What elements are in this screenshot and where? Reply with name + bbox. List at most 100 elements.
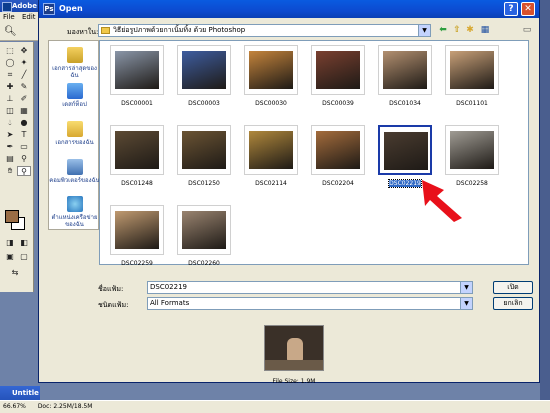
- file-thumbnail[interactable]: DSC00030: [241, 45, 301, 115]
- up-folder-icon[interactable]: ⇧: [451, 24, 463, 36]
- marquee-tool-icon[interactable]: ⬚: [3, 46, 17, 56]
- close-button[interactable]: ✕: [521, 2, 535, 16]
- shape-tool-icon[interactable]: ▭: [17, 142, 31, 152]
- workspace-background: [0, 292, 34, 386]
- file-name-value: DSC02219: [150, 283, 187, 291]
- file-type-select[interactable]: All Formats ▼: [147, 297, 473, 310]
- open-button[interactable]: เปิด: [493, 281, 533, 294]
- preview-cat: [287, 338, 303, 362]
- file-thumbnail[interactable]: DSC02114: [241, 125, 301, 195]
- zoom-tool-icon[interactable]: 🔍︎: [4, 26, 17, 37]
- help-button[interactable]: ?: [504, 2, 518, 16]
- preview-floor: [265, 360, 323, 370]
- file-thumbnail[interactable]: DSC02259: [107, 205, 167, 275]
- thumbnail-frame: [445, 125, 499, 175]
- file-name-caption: DSC02114: [241, 180, 301, 187]
- open-dialog: Ps Open ? ✕ มองหาใน: วิธีย่อรูปภาพด้วยกา…: [38, 0, 540, 385]
- standard-mode-icon[interactable]: ◧: [17, 238, 31, 248]
- brush-tool-icon[interactable]: ✎: [17, 82, 31, 92]
- thumbnail-image: [249, 131, 293, 169]
- place-network[interactable]: ตำแหน่งเครือข่ายของฉัน: [49, 196, 100, 228]
- file-name-text: DSC02114: [255, 180, 287, 187]
- pen-tool-icon[interactable]: ✒: [3, 142, 17, 152]
- thumbnail-frame: [244, 125, 298, 175]
- look-in-value: วิธีย่อรูปภาพด้วยกาเนิ้มทิ้ง ด้วย Photos…: [113, 26, 246, 34]
- file-thumbnail[interactable]: DSC00039: [308, 45, 368, 115]
- crop-tool-icon[interactable]: ⌗: [3, 70, 17, 80]
- file-name-caption: DSC00030: [241, 100, 301, 107]
- file-thumbnail[interactable]: DSC00003: [174, 45, 234, 115]
- my-computer-icon: [66, 159, 83, 175]
- eyedropper-tool-icon[interactable]: ⚲: [17, 154, 31, 164]
- screen-mode-icon[interactable]: ▣: [3, 252, 17, 262]
- full-screen-icon[interactable]: ▢: [17, 252, 31, 262]
- file-name-text: DSC02219: [388, 179, 422, 188]
- preview-toggle-icon[interactable]: ▭: [521, 24, 533, 36]
- healing-brush-icon[interactable]: ✚: [3, 82, 17, 92]
- lasso-tool-icon[interactable]: ◯: [3, 58, 17, 68]
- file-thumbnail[interactable]: DSC01248: [107, 125, 167, 195]
- file-thumbnail[interactable]: DSC01250: [174, 125, 234, 195]
- place-desktop[interactable]: เดสก์ท็อป: [49, 83, 100, 108]
- move-tool-icon[interactable]: ✥: [17, 46, 31, 56]
- dialog-title: Open: [59, 4, 83, 13]
- file-type-value: All Formats: [150, 299, 190, 307]
- view-menu-icon[interactable]: ▦: [479, 24, 491, 36]
- file-name-caption: DSC01034: [375, 100, 435, 107]
- document-tab[interactable]: Untitle: [0, 386, 40, 400]
- file-name-caption: DSC02259: [107, 260, 167, 267]
- file-thumbnail[interactable]: DSC02260: [174, 205, 234, 275]
- thumbnail-frame: [311, 125, 365, 175]
- file-name-text: DSC01034: [389, 100, 421, 107]
- thumbnail-image: [182, 211, 226, 249]
- hand-tool-icon[interactable]: ✋︎: [3, 166, 17, 176]
- file-type-label: ชนิดแฟ้ม:: [98, 301, 129, 309]
- chevron-down-icon[interactable]: ▼: [418, 25, 430, 36]
- network-places-icon: [66, 196, 83, 212]
- blur-tool-icon[interactable]: 💧︎: [3, 118, 17, 128]
- eraser-tool-icon[interactable]: ◫: [3, 106, 17, 116]
- slice-tool-icon[interactable]: ╱: [17, 70, 31, 80]
- photoshop-icon: Ps: [43, 3, 55, 15]
- stamp-tool-icon[interactable]: ⊥: [3, 94, 17, 104]
- place-recent[interactable]: เอกสารล่าสุดของฉัน: [49, 47, 100, 79]
- thumbnail-image: [384, 132, 428, 170]
- thumbnail-image: [316, 51, 360, 89]
- gradient-tool-icon[interactable]: ▦: [17, 106, 31, 116]
- file-name-text: DSC00003: [188, 100, 220, 107]
- image-preview: [264, 325, 324, 371]
- type-tool-icon[interactable]: T: [17, 130, 31, 140]
- back-icon[interactable]: ⬅: [437, 24, 449, 36]
- path-select-icon[interactable]: ➤: [3, 130, 17, 140]
- menu-file[interactable]: File: [3, 13, 15, 21]
- place-my-computer[interactable]: คอมพิวเตอร์ของฉัน: [49, 159, 100, 184]
- chevron-down-icon[interactable]: ▼: [460, 282, 472, 293]
- thumbnail-frame: [177, 45, 231, 95]
- thumbnail-image: [316, 131, 360, 169]
- file-thumbnail[interactable]: DSC02204: [308, 125, 368, 195]
- magic-wand-tool-icon[interactable]: ✦: [17, 58, 31, 68]
- dodge-tool-icon[interactable]: ●: [17, 118, 31, 128]
- quick-mask-icon[interactable]: ◨: [3, 238, 17, 248]
- file-name-text: DSC01250: [188, 180, 220, 187]
- chevron-down-icon[interactable]: ▼: [460, 298, 472, 309]
- cancel-button[interactable]: ยกเลิก: [493, 297, 533, 310]
- thumbnail-frame: [110, 205, 164, 255]
- menu-edit[interactable]: Edit: [22, 13, 36, 21]
- history-brush-icon[interactable]: ✐: [17, 94, 31, 104]
- foreground-color-swatch[interactable]: [5, 210, 19, 223]
- new-folder-icon[interactable]: ✱: [464, 24, 476, 36]
- file-thumbnail[interactable]: DSC00001: [107, 45, 167, 115]
- dialog-title-bar[interactable]: Ps Open ? ✕: [39, 0, 539, 18]
- file-name-input[interactable]: DSC02219 ▼: [147, 281, 473, 294]
- look-in-dropdown[interactable]: วิธีย่อรูปภาพด้วยกาเนิ้มทิ้ง ด้วย Photos…: [98, 24, 431, 37]
- notes-tool-icon[interactable]: ▤: [3, 154, 17, 164]
- place-my-documents[interactable]: เอกสารของฉัน: [49, 121, 100, 146]
- file-thumbnail[interactable]: DSC01101: [442, 45, 502, 115]
- file-thumbnail[interactable]: DSC01034: [375, 45, 435, 115]
- thumbnail-frame: [378, 125, 432, 175]
- imageready-icon[interactable]: ⇆: [8, 268, 22, 278]
- zoom-tool-icon[interactable]: ⚲: [17, 166, 31, 176]
- file-name-text: DSC01248: [121, 180, 153, 187]
- file-list-view[interactable]: DSC00001 DSC00003 DSC00030 DSC00039 DSC01034…: [99, 40, 529, 267]
